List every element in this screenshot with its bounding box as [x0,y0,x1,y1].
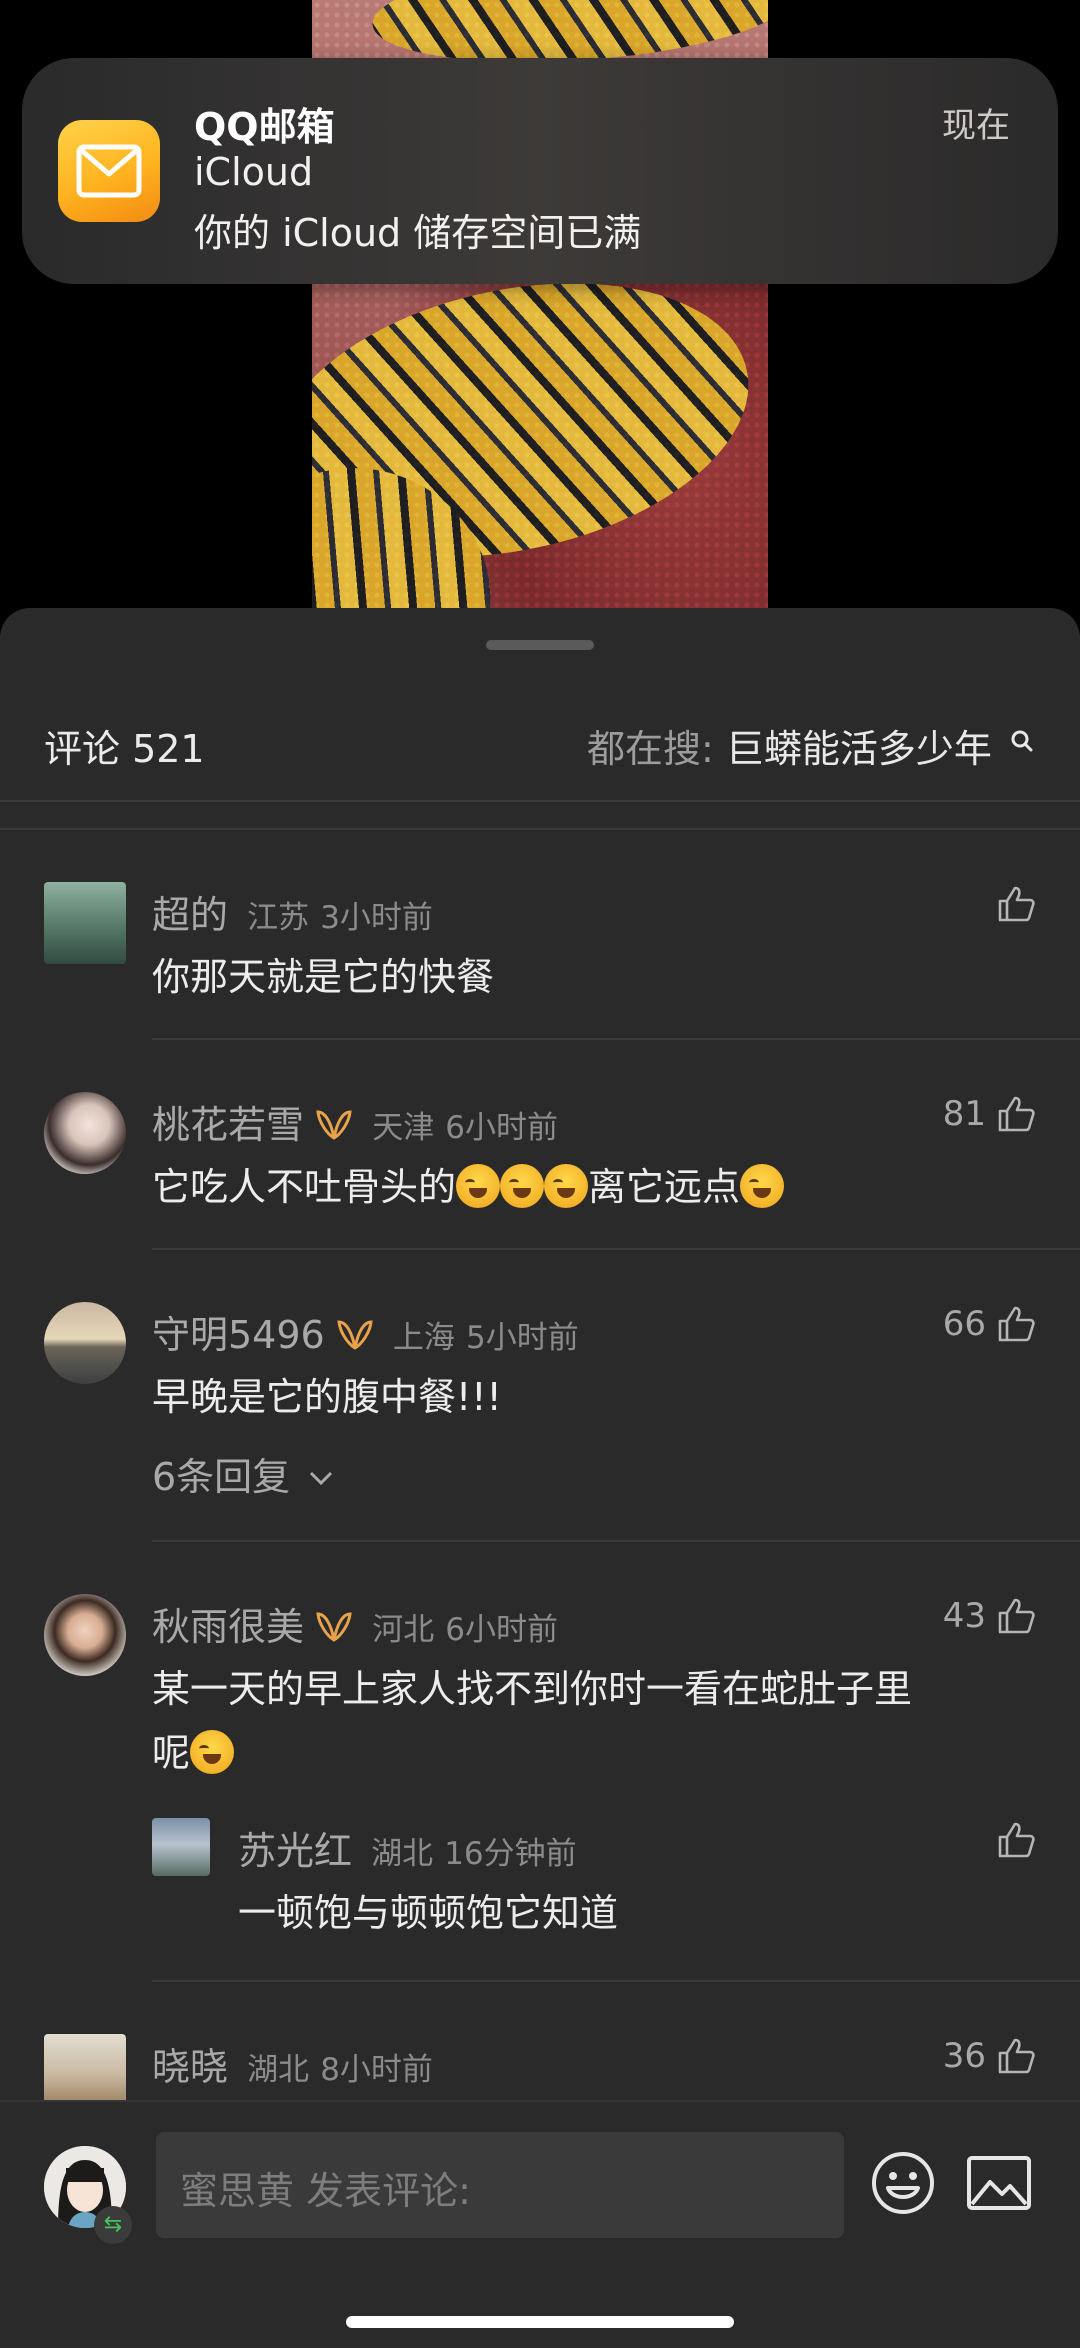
notification-body: 你的 iCloud 储存空间已满 [194,211,642,255]
comment-username[interactable]: 晓晓 [152,2045,228,2089]
reply-username[interactable]: 苏光红 [238,1829,352,1873]
reply-time: 16分钟前 [444,1836,577,1872]
comment-time: 8小时前 [320,2052,433,2088]
laugh-cry-emoji-icon [500,1164,545,1208]
image-icon[interactable] [966,2154,1032,2214]
like-count: 66 [942,1304,986,1344]
comment-input-bar: ⇆ 蜜思黄 发表评论: [0,2100,1080,2348]
comment-text: 它吃人不吐骨头的 离它远点 [152,1156,785,1211]
replies-label: 6条回复 [152,1455,291,1499]
comment-username[interactable]: 桃花若雪 [152,1103,304,1147]
notification-time: 现在 [942,106,1010,146]
comment-meta: 守明5496 上海 5小时前 [152,1304,579,1359]
comment-text: 早晚是它的腹中餐!!! [152,1375,502,1419]
comment-text-part: 离它远点 [588,1165,741,1209]
comment-location: 江苏 [247,900,310,936]
like-button[interactable] [986,1820,1036,1860]
divider [152,1540,1080,1542]
comment-time: 6小时前 [445,1612,559,1648]
like-count: 81 [942,1094,986,1134]
like-button[interactable] [986,884,1036,924]
sheet-grabber[interactable] [486,640,594,650]
comment-username[interactable]: 守明5496 [152,1313,325,1357]
thumbs-up-icon [998,1306,1035,1342]
thumbs-up-icon [998,2038,1035,2074]
laugh-cry-emoji-icon [456,1164,501,1208]
mail-icon [58,120,160,222]
verified-badge-icon [315,1610,353,1648]
like-button[interactable]: 36 [943,2036,1036,2076]
comment-text-line: 呢 [152,1722,235,1777]
comment-time: 5小时前 [466,1320,579,1356]
comment-location: 天津 [372,1110,435,1146]
notification-banner[interactable]: QQ邮箱 现在 iCloud 你的 iCloud 储存空间已满 [22,58,1058,284]
like-button[interactable]: 66 [943,1304,1036,1344]
thumbs-up-icon [998,886,1035,922]
comment-input[interactable]: 蜜思黄 发表评论: [156,2132,844,2238]
notification-title: iCloud [194,150,314,194]
thumbs-up-icon [998,1598,1035,1634]
verified-badge-icon [336,1318,374,1356]
notification-app-name: QQ邮箱 [194,105,335,149]
swap-icon[interactable]: ⇆ [94,2206,132,2244]
trending-prefix: 都在搜: [586,727,714,771]
sheet-header: 评论 521 都在搜: 巨蟒能活多少年 [0,708,1080,798]
like-button[interactable]: 81 [943,1094,1036,1134]
comment-input-placeholder: 蜜思黄 发表评论: [180,2169,471,2213]
comment-location: 湖北 [247,2052,310,2088]
avatar[interactable] [44,882,126,964]
avatar[interactable] [44,1302,126,1384]
search-icon [1010,718,1034,762]
comment-text-part: 呢 [152,1731,191,1775]
trending-keyword: 巨蟒能活多少年 [725,727,992,771]
reply-meta: 苏光红 湖北 16分钟前 [238,1820,577,1875]
view-replies-button[interactable]: 6条回复 [152,1446,334,1501]
like-count: 43 [942,1596,986,1636]
laugh-cry-emoji-icon [740,1164,785,1208]
home-indicator[interactable] [346,2316,734,2328]
comment-location: 上海 [392,1320,455,1356]
like-button[interactable]: 43 [943,1596,1036,1636]
laugh-cry-emoji-icon [544,1164,589,1208]
thumbs-up-icon [998,1096,1035,1132]
laugh-cry-emoji-icon [190,1730,235,1774]
reply-location: 湖北 [371,1836,434,1872]
verified-badge-icon [315,1108,353,1146]
divider [152,1038,1080,1040]
comment-sheet: 评论 521 都在搜: 巨蟒能活多少年 超的 江苏 3小时前 你那天就是它的快餐… [0,608,1080,2348]
comment-meta: 晓晓 湖北 8小时前 [152,2036,433,2091]
comment-meta: 秋雨很美 河北 6小时前 [152,1596,558,1651]
reply-avatar[interactable] [152,1818,210,1876]
comment-text-part: 它吃人不吐骨头的 [152,1165,457,1209]
chevron-down-icon [310,1471,333,1486]
like-count: 36 [942,2036,986,2076]
comment-count: 评论 521 [44,727,205,771]
comment-text: 你那天就是它的快餐 [152,955,495,999]
comment-meta: 超的 江苏 3小时前 [152,884,433,939]
comment-location: 河北 [372,1612,435,1648]
comment-username[interactable]: 超的 [152,893,228,937]
divider [152,1248,1080,1250]
comment-username[interactable]: 秋雨很美 [152,1605,304,1649]
divider [0,800,1080,802]
comment-time: 6小时前 [445,1110,559,1146]
divider [0,828,1080,830]
comment-meta: 桃花若雪 天津 6小时前 [152,1094,558,1149]
avatar[interactable] [44,1594,126,1676]
reply-text: 一顿饱与顿顿饱它知道 [238,1891,619,1935]
thumbs-up-icon [998,1822,1035,1858]
emoji-icon[interactable] [870,2150,936,2216]
avatar[interactable] [44,1092,126,1174]
divider [152,1980,1080,1982]
comment-time: 3小时前 [320,900,433,936]
comment-text-line: 某一天的早上家人找不到你时一看在蛇肚子里 [152,1667,913,1711]
trending-search[interactable]: 都在搜: 巨蟒能活多少年 [587,718,1034,773]
